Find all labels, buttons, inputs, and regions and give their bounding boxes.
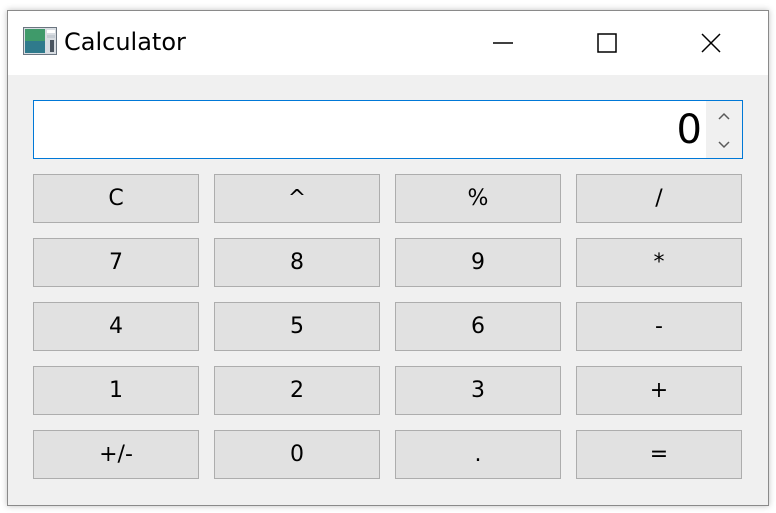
divide-button[interactable]: / — [576, 174, 742, 223]
chevron-down-icon — [717, 135, 731, 154]
digit-2-button[interactable]: 2 — [214, 366, 380, 415]
maximize-icon — [596, 32, 618, 54]
digit-5-button[interactable]: 5 — [214, 302, 380, 351]
display-value: 0 — [676, 107, 702, 153]
subtract-button[interactable]: - — [576, 302, 742, 351]
calculator-window: Calculator 0 C ^ % / 7 8 9 * 4 5 6 - 1 2… — [7, 10, 769, 506]
keypad: C ^ % / 7 8 9 * 4 5 6 - 1 2 3 + +/- 0 . … — [33, 174, 743, 480]
display-spinbox[interactable]: 0 — [33, 100, 743, 159]
percent-button[interactable]: % — [395, 174, 561, 223]
minimize-button[interactable] — [451, 11, 555, 75]
digit-0-button[interactable]: 0 — [214, 430, 380, 479]
digit-6-button[interactable]: 6 — [395, 302, 561, 351]
digit-1-button[interactable]: 1 — [33, 366, 199, 415]
digit-8-button[interactable]: 8 — [214, 238, 380, 287]
negate-button[interactable]: +/- — [33, 430, 199, 479]
calculator-app-icon — [23, 27, 57, 55]
power-button[interactable]: ^ — [214, 174, 380, 223]
multiply-button[interactable]: * — [576, 238, 742, 287]
digit-4-button[interactable]: 4 — [33, 302, 199, 351]
digit-7-button[interactable]: 7 — [33, 238, 199, 287]
spin-buttons — [706, 101, 742, 158]
close-button[interactable] — [659, 11, 763, 75]
chevron-up-icon — [717, 106, 731, 125]
close-icon — [700, 32, 722, 54]
digit-9-button[interactable]: 9 — [395, 238, 561, 287]
window-title: Calculator — [64, 28, 186, 56]
spin-down-button[interactable] — [706, 130, 742, 158]
maximize-button[interactable] — [555, 11, 659, 75]
decimal-point-button[interactable]: . — [395, 430, 561, 479]
spin-up-button[interactable] — [706, 101, 742, 129]
add-button[interactable]: + — [576, 366, 742, 415]
minimize-icon — [492, 32, 514, 54]
clear-button[interactable]: C — [33, 174, 199, 223]
digit-3-button[interactable]: 3 — [395, 366, 561, 415]
title-bar[interactable]: Calculator — [8, 11, 768, 75]
equals-button[interactable]: = — [576, 430, 742, 479]
